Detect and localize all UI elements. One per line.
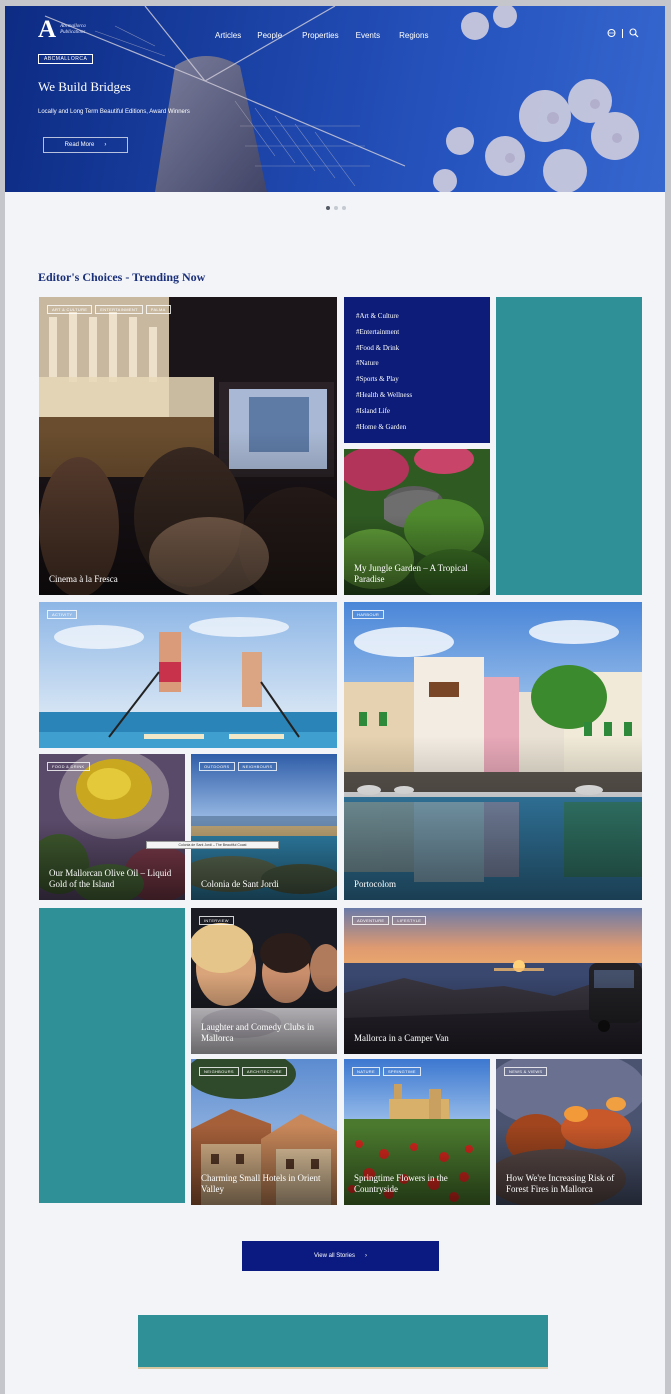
tag[interactable]: HARBOUR: [352, 610, 385, 619]
chevron-right-icon: ›: [364, 1253, 367, 1259]
carousel-dot-2[interactable]: [334, 206, 338, 210]
hero-badge: ABCMALLORCA: [38, 54, 94, 64]
tag[interactable]: ENTERTAINMENT: [95, 305, 143, 314]
tag[interactable]: ACTIVITY: [47, 610, 78, 619]
category-link[interactable]: #Nature: [356, 356, 412, 372]
tag[interactable]: ARCHITECTURE: [241, 1067, 287, 1076]
tag-list: HARBOUR: [352, 610, 385, 619]
article-card-poppies[interactable]: NATURE SPRINGTIME Springtime Flowers in …: [344, 1059, 490, 1205]
search-icon[interactable]: [629, 28, 639, 38]
view-all-label: View all Stories: [314, 1253, 355, 1259]
category-link[interactable]: #Sports & Play: [356, 372, 412, 388]
chevron-right-icon: ›: [104, 142, 107, 148]
carousel-dot-3[interactable]: [342, 206, 346, 210]
hero-button-label: Read More: [64, 142, 95, 148]
article-title[interactable]: Our Mallorcan Olive Oil – Liquid Gold of…: [49, 868, 177, 890]
site-logo[interactable]: A Abcmallorca Publications: [38, 17, 110, 42]
hero-subtitle: Locally and Long Term Beautiful Editions…: [38, 109, 190, 115]
header-actions: [607, 28, 639, 38]
category-link[interactable]: #Health & Wellness: [356, 388, 412, 404]
article-title[interactable]: Springtime Flowers in the Countryside: [354, 1173, 482, 1195]
paddle-image: [39, 602, 337, 748]
article-card-olive[interactable]: FOOD & DRINK Our Mallorcan Olive Oil – L…: [39, 754, 185, 900]
article-title[interactable]: Charming Small Hotels in Orient Valley: [201, 1173, 329, 1195]
logo-tagline: Abcmallorca Publications: [60, 23, 86, 35]
tag[interactable]: FOOD & DRINK: [47, 762, 90, 771]
nav-item-people[interactable]: People: [257, 31, 282, 40]
category-links: #Art & Culture #Entertainment #Food & Dr…: [356, 309, 412, 435]
article-card-paddle[interactable]: ACTIVITY: [39, 602, 337, 748]
article-title[interactable]: Cinema à la Fresca: [49, 574, 329, 585]
carousel-dots: [326, 206, 346, 210]
tag[interactable]: LIFESTYLE: [392, 916, 427, 925]
tag[interactable]: INTERVIEW: [199, 916, 234, 925]
article-title[interactable]: Portocolom: [354, 879, 634, 890]
article-card-garden[interactable]: My Jungle Garden – A Tropical Paradise: [344, 449, 490, 595]
divider: [622, 28, 623, 38]
article-card-coast[interactable]: OUTDOORS NEIGHBOURS Colonia de Sant Jord…: [191, 754, 337, 900]
view-all-stories-button[interactable]: View all Stories ›: [242, 1241, 439, 1271]
category-link[interactable]: #Island Life: [356, 404, 412, 420]
section-title: Editor's Choices - Trending Now: [38, 270, 206, 284]
article-title[interactable]: Laughter and Comedy Clubs in Mallorca: [201, 1022, 329, 1044]
tag[interactable]: NEIGHBOURS: [237, 762, 278, 771]
tag-list: ACTIVITY: [47, 610, 78, 619]
image-caption-bar: Colonia de Sant Jordi – The Beautiful Co…: [146, 841, 279, 849]
tag-list: ADVENTURE LIFESTYLE: [352, 916, 427, 925]
category-link[interactable]: #Food & Drink: [356, 341, 412, 357]
nav-item-properties[interactable]: Properties: [302, 31, 338, 40]
tag-list: OUTDOORS NEIGHBOURS: [199, 762, 278, 771]
category-link[interactable]: #Home & Garden: [356, 420, 412, 436]
ad-banner: [138, 1315, 548, 1367]
ad-banner-underline: [138, 1367, 548, 1369]
tag[interactable]: ADVENTURE: [352, 916, 390, 925]
article-card-campervan[interactable]: ADVENTURE LIFESTYLE Mallorca in a Camper…: [344, 908, 642, 1054]
nav-item-regions[interactable]: Regions: [399, 31, 428, 40]
tag[interactable]: PALMA: [145, 305, 171, 314]
hero-read-more-button[interactable]: Read More ›: [43, 137, 128, 153]
tag[interactable]: NATURE: [352, 1067, 380, 1076]
article-card-fire[interactable]: NEWS & VIEWS How We're Increasing Risk o…: [496, 1059, 642, 1205]
logo-mark: A: [38, 16, 57, 43]
category-list: #Art & Culture #Entertainment #Food & Dr…: [344, 297, 490, 443]
hero-banner: A Abcmallorca Publications Articles Peop…: [5, 6, 665, 192]
article-card-cinema[interactable]: ART & CULTURE ENTERTAINMENT PALMA Cinema…: [39, 297, 337, 595]
tag-list: INTERVIEW: [199, 916, 234, 925]
nav-item-events[interactable]: Events: [356, 31, 380, 40]
article-title[interactable]: My Jungle Garden – A Tropical Paradise: [354, 563, 482, 585]
article-title[interactable]: How We're Increasing Risk of Forest Fire…: [506, 1173, 634, 1195]
hero-title: We Build Bridges: [38, 79, 131, 94]
image-overlay: [344, 736, 642, 900]
ad-placeholder-2: [39, 908, 185, 1203]
tag[interactable]: NEIGHBOURS: [199, 1067, 239, 1076]
tag-list: NATURE SPRINGTIME: [352, 1067, 421, 1076]
article-card-village[interactable]: NEIGHBOURS ARCHITECTURE Charming Small H…: [191, 1059, 337, 1205]
category-link[interactable]: #Entertainment: [356, 325, 412, 341]
article-title[interactable]: Colonia de Sant Jordi: [201, 879, 329, 890]
article-card-portocolom[interactable]: HARBOUR Portocolom: [344, 602, 642, 900]
main-nav: Articles People Properties Events Region…: [215, 31, 428, 40]
globe-icon[interactable]: [607, 28, 616, 38]
tag[interactable]: OUTDOORS: [199, 762, 235, 771]
tag-list: NEIGHBOURS ARCHITECTURE: [199, 1067, 287, 1076]
image-overlay: [39, 431, 337, 595]
tag[interactable]: NEWS & VIEWS: [504, 1067, 548, 1076]
carousel-dot-1[interactable]: [326, 206, 330, 210]
nav-item-articles[interactable]: Articles: [215, 31, 241, 40]
tag-list: FOOD & DRINK: [47, 762, 90, 771]
page: A Abcmallorca Publications Articles Peop…: [5, 6, 665, 1394]
category-link[interactable]: #Art & Culture: [356, 309, 412, 325]
article-card-laughing[interactable]: INTERVIEW Laughter and Comedy Clubs in M…: [191, 908, 337, 1054]
ad-placeholder: [496, 297, 642, 595]
tag-list: ART & CULTURE ENTERTAINMENT PALMA: [47, 305, 171, 314]
tag[interactable]: SPRINGTIME: [382, 1067, 421, 1076]
tag-list: NEWS & VIEWS: [504, 1067, 548, 1076]
tag[interactable]: ART & CULTURE: [47, 305, 93, 314]
article-title[interactable]: Mallorca in a Camper Van: [354, 1033, 634, 1044]
